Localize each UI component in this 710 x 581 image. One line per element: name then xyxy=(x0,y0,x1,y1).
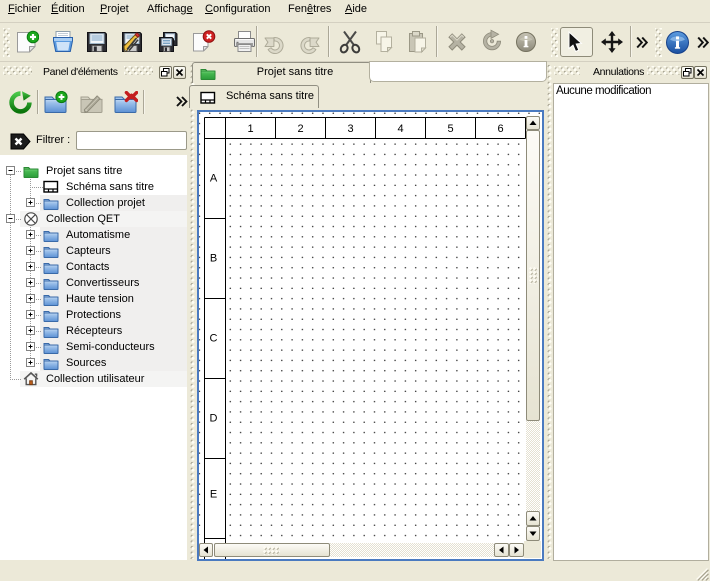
svg-text:A: A xyxy=(210,173,218,185)
svg-text:5: 5 xyxy=(447,123,453,135)
svg-text:D: D xyxy=(210,413,218,425)
svg-text:3: 3 xyxy=(347,123,353,135)
svg-text:E: E xyxy=(210,489,217,501)
svg-text:6: 6 xyxy=(497,123,503,135)
svg-text:4: 4 xyxy=(397,123,403,135)
svg-text:C: C xyxy=(210,333,218,345)
svg-text:B: B xyxy=(210,253,217,265)
svg-text:2: 2 xyxy=(297,123,303,135)
svg-text:1: 1 xyxy=(247,123,253,135)
